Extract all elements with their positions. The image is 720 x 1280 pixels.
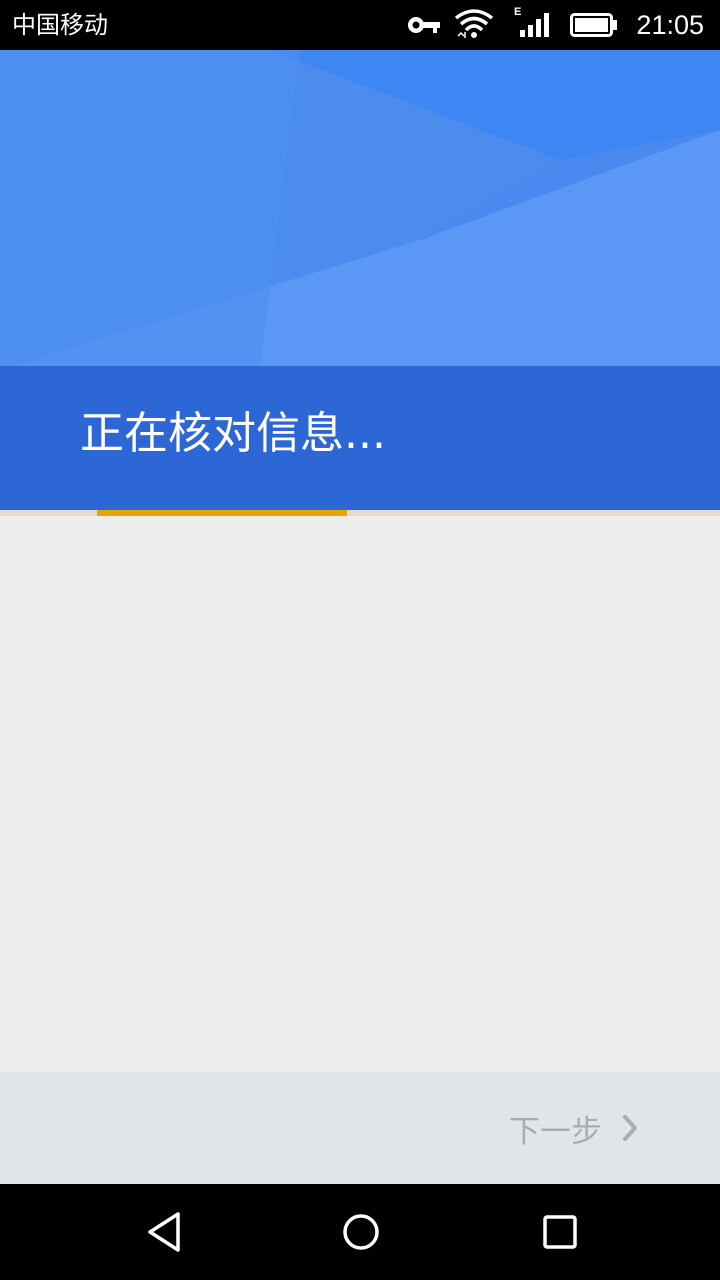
battery-icon — [570, 13, 617, 37]
footer-bar — [0, 1072, 720, 1184]
next-button[interactable]: 下一步 — [509, 1106, 602, 1150]
status-bar: 中国移动 E 21:05 — [0, 0, 720, 50]
cellular-signal-icon — [520, 13, 549, 37]
home-icon[interactable] — [338, 1208, 384, 1256]
chevron-right-icon[interactable] — [620, 1113, 640, 1143]
clock: 21:05 — [636, 10, 704, 40]
page-title: 正在核对信息... — [80, 408, 386, 459]
content-area — [0, 516, 720, 1072]
wifi-icon — [454, 9, 494, 38]
carrier-name: 中国移动 — [12, 11, 108, 39]
vpn-key-icon — [408, 17, 440, 33]
back-icon[interactable] — [144, 1208, 184, 1256]
setup-header: 正在核对信息... — [0, 50, 720, 510]
recents-icon[interactable] — [540, 1208, 580, 1256]
next-button-label: 下一步 — [509, 1113, 602, 1150]
